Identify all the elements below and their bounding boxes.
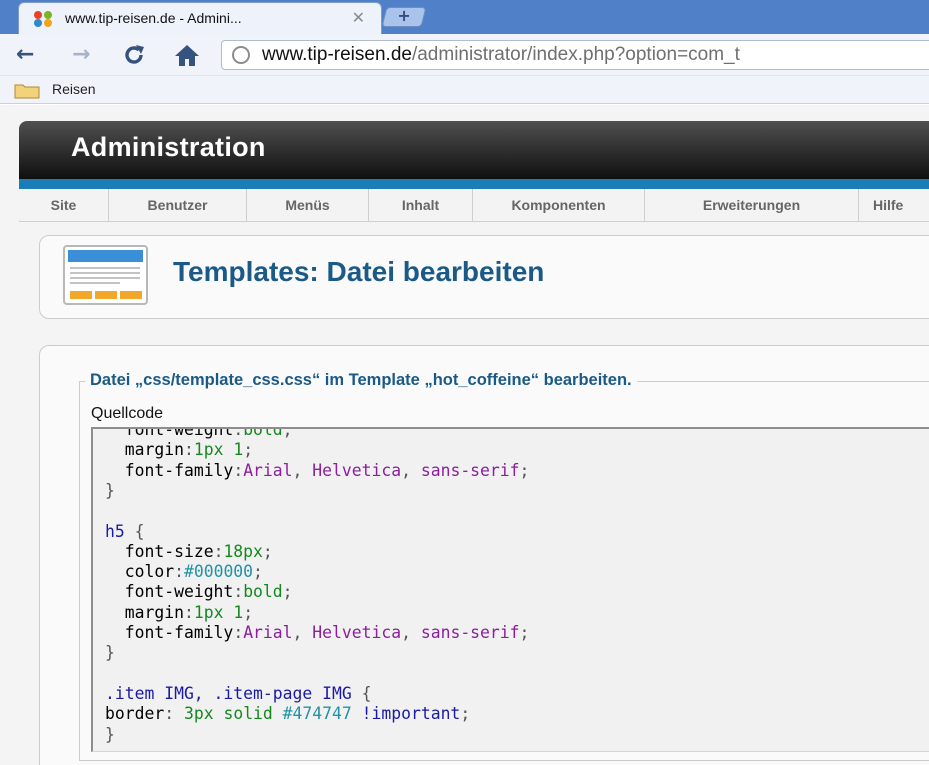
code-line: }	[105, 724, 115, 744]
code-line: margin:1px 1;	[124, 440, 254, 460]
page-title: Templates: Datei bearbeiten	[173, 256, 545, 287]
browser-tab[interactable]: www.tip-reisen.de - Admini... ✕	[18, 2, 382, 34]
browser-toolbar: ← → www.tip-reisen.de/administrator/inde…	[0, 34, 929, 76]
menu-item-hilfe[interactable]: Hilfe	[859, 189, 929, 222]
admin-header: Administration	[19, 121, 929, 179]
code-line: font-size:18px;	[124, 541, 273, 561]
page-title-box: Templates: Datei bearbeiten	[39, 235, 929, 319]
reload-icon[interactable]	[122, 43, 146, 67]
code-line: font-weight:bold;	[124, 582, 293, 602]
code-line: font-weight:bold;	[124, 427, 293, 439]
menu-item-site[interactable]: Site	[19, 189, 109, 222]
menu-item-komponenten[interactable]: Komponenten	[473, 189, 645, 222]
close-icon[interactable]: ✕	[352, 8, 365, 27]
template-icon	[63, 245, 148, 305]
joomla-favicon	[34, 11, 52, 27]
code-line: }	[105, 643, 115, 663]
menu-item-benutzer[interactable]: Benutzer	[109, 189, 247, 222]
home-icon[interactable]	[174, 43, 200, 67]
back-arrow-icon[interactable]: ←	[16, 42, 34, 67]
admin-menubar: Site Benutzer Menüs Inhalt Komponenten E…	[19, 189, 929, 222]
bookmarks-bar: Reisen	[0, 76, 929, 104]
new-tab-button[interactable]: +	[381, 6, 427, 27]
menu-item-menues[interactable]: Menüs	[247, 189, 369, 222]
code-line: font-family:Arial, Helvetica, sans-serif…	[124, 460, 530, 480]
tab-title: www.tip-reisen.de - Admini...	[65, 10, 242, 26]
code-line: h5 {	[105, 521, 145, 541]
folder-icon	[14, 84, 40, 99]
bookmark-reisen[interactable]: Reisen	[52, 81, 96, 97]
browser-tab-strip: www.tip-reisen.de - Admini... ✕ +	[0, 0, 929, 34]
url-text: www.tip-reisen.de/administrator/index.ph…	[262, 44, 740, 65]
forward-arrow-icon[interactable]: →	[72, 42, 90, 67]
globe-icon	[232, 46, 250, 64]
code-line: .item IMG, .item-page IMG {	[105, 683, 372, 703]
plus-icon: +	[397, 6, 411, 25]
source-label: Quellcode	[91, 405, 164, 422]
code-line: border: 3px solid #474747 !important;	[105, 704, 471, 724]
code-line: color:#000000;	[124, 562, 263, 582]
code-line: margin:1px 1;	[124, 602, 254, 622]
fieldset-legend: Datei „css/template_css.css“ im Template…	[85, 371, 637, 390]
menu-item-inhalt[interactable]: Inhalt	[369, 189, 473, 222]
menu-item-erweiterungen[interactable]: Erweiterungen	[645, 189, 859, 222]
accent-strip	[19, 179, 929, 189]
address-bar[interactable]: www.tip-reisen.de/administrator/index.ph…	[221, 40, 929, 70]
source-code-textarea[interactable]: font-weight:bold; margin:1px 1; font-fam…	[91, 427, 929, 752]
admin-title: Administration	[71, 132, 266, 162]
code-line: font-family:Arial, Helvetica, sans-serif…	[124, 623, 530, 642]
code-line: }	[105, 480, 115, 500]
